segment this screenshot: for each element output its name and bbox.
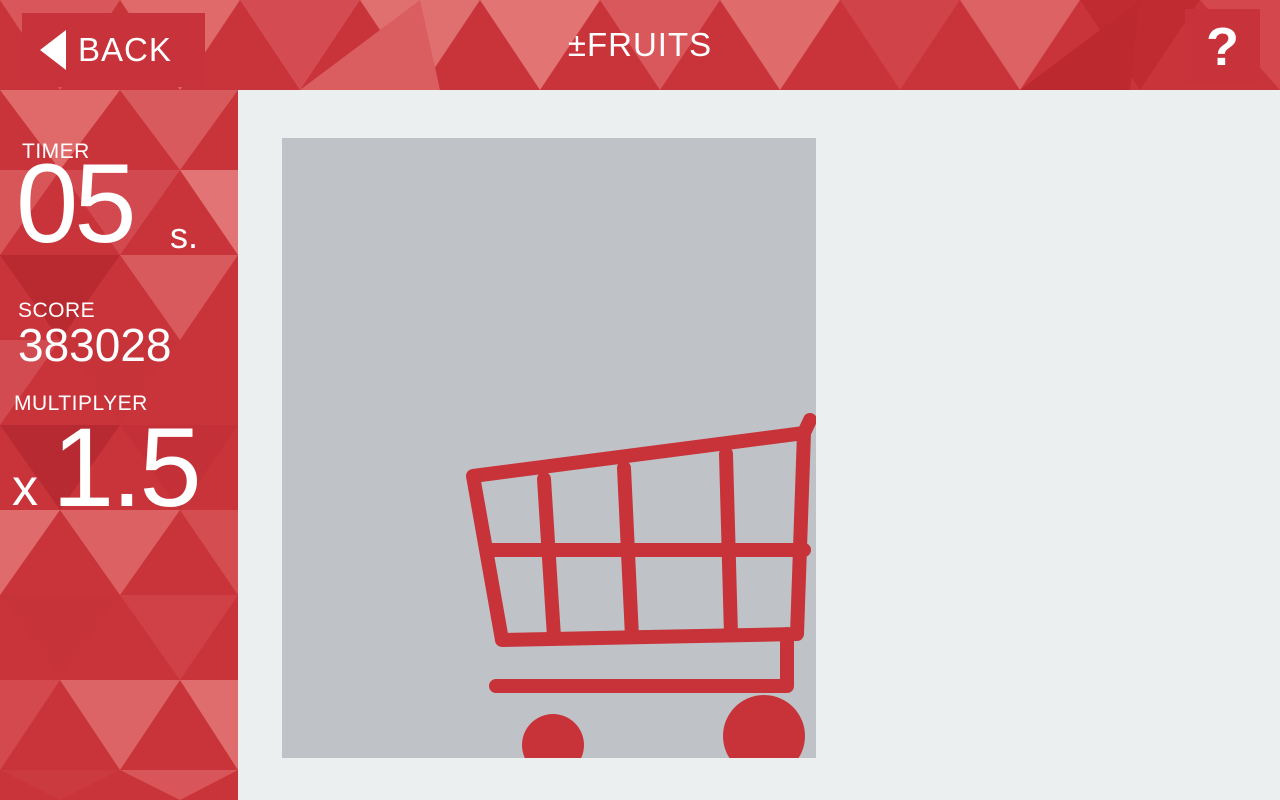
page-title: ±FRUITS (567, 26, 713, 63)
score-value: 383028 (18, 319, 172, 371)
timer-unit: s. (170, 215, 199, 256)
stats-sidebar: TIMER 05 s. SCORE 383028 MULTIPLYER x 1.… (0, 90, 238, 800)
shopping-cart-icon[interactable] (282, 138, 816, 758)
multiplier-value: 1.5 (52, 405, 202, 530)
help-button[interactable]: ? (1185, 9, 1260, 84)
top-bar: BACK ±FRUITS ? (0, 0, 1280, 90)
timer-value: 05 (16, 141, 137, 266)
play-field[interactable] (282, 138, 816, 758)
multiplier-prefix: x (12, 459, 38, 517)
game-area (238, 90, 1280, 800)
